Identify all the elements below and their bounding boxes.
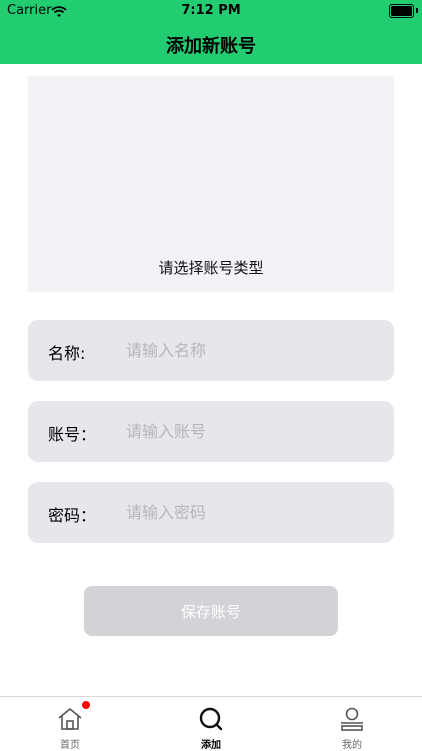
notification-badge bbox=[82, 701, 90, 709]
search-icon bbox=[199, 707, 223, 731]
password-input[interactable] bbox=[126, 494, 376, 530]
app-header: Carrier 7:12 PM 添加新账号 bbox=[0, 0, 422, 64]
tab-add-label: 添加 bbox=[201, 740, 221, 751]
page-title: 添加新账号 bbox=[166, 36, 256, 57]
status-bar: Carrier 7:12 PM bbox=[0, 0, 422, 22]
password-field: 密码： bbox=[28, 482, 394, 543]
tab-home[interactable]: 首页 bbox=[0, 697, 140, 751]
save-account-button[interactable]: 保存账号 bbox=[84, 586, 338, 636]
account-label: 账号： bbox=[48, 425, 97, 444]
profile-icon bbox=[341, 707, 363, 731]
account-type-picker[interactable]: 请选择账号类型 bbox=[28, 76, 394, 292]
tab-add[interactable]: 添加 bbox=[141, 697, 281, 751]
password-label: 密码： bbox=[48, 506, 97, 525]
account-field: 账号： bbox=[28, 401, 394, 462]
name-field: 名称: bbox=[28, 320, 394, 381]
status-time: 7:12 PM bbox=[181, 3, 241, 18]
tab-bar: 首页 添加 我的 bbox=[0, 696, 422, 751]
battery-tip bbox=[416, 8, 418, 13]
battery-icon bbox=[389, 4, 414, 18]
account-input[interactable] bbox=[126, 413, 376, 449]
account-type-label: 请选择账号类型 bbox=[158, 259, 264, 277]
name-label: 名称: bbox=[48, 344, 86, 363]
tab-profile[interactable]: 我的 bbox=[282, 697, 422, 751]
tab-home-label: 首页 bbox=[60, 740, 80, 751]
tab-profile-label: 我的 bbox=[342, 740, 362, 751]
name-input[interactable] bbox=[126, 332, 376, 368]
home-icon bbox=[58, 708, 82, 730]
